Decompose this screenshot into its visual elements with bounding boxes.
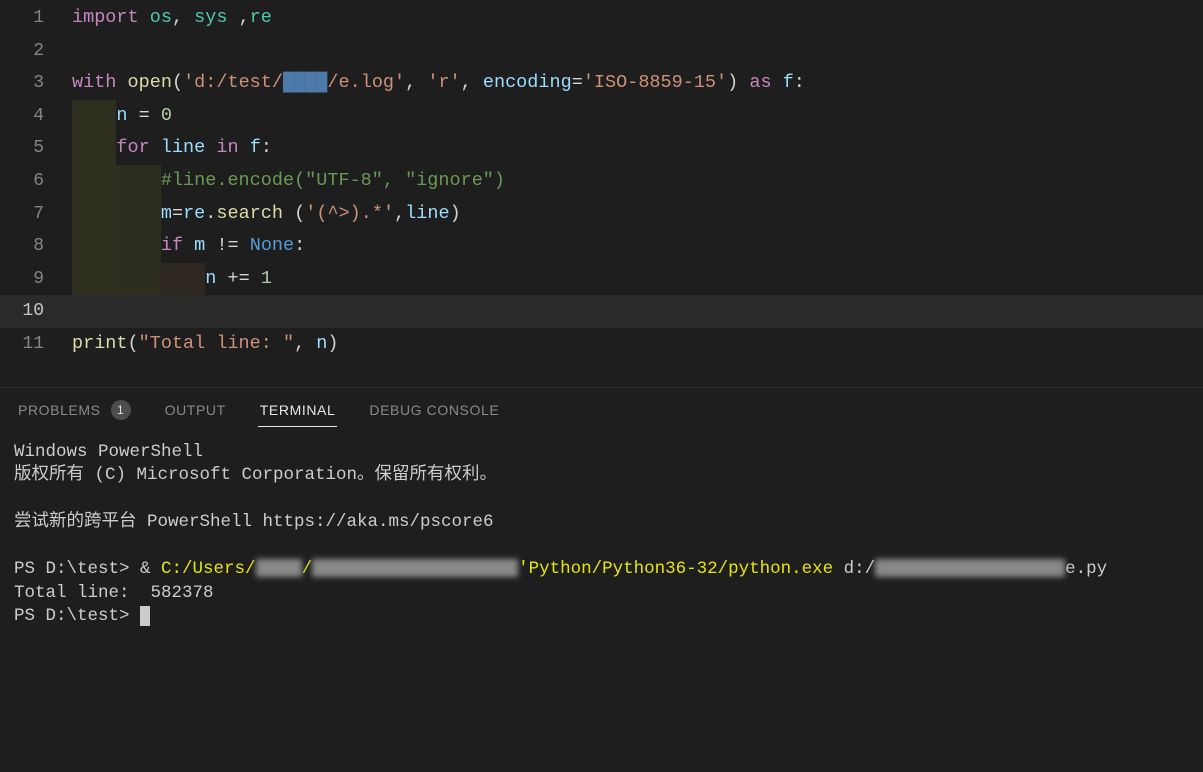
tab-terminal[interactable]: TERMINAL bbox=[258, 394, 338, 427]
code-content[interactable]: n += 1 bbox=[72, 263, 1203, 296]
bottom-panel: PROBLEMS 1 OUTPUT TERMINAL DEBUG CONSOLE… bbox=[0, 387, 1203, 772]
code-line[interactable]: 1 import os, sys ,re bbox=[0, 2, 1203, 35]
terminal-amp: & bbox=[140, 559, 161, 579]
terminal-line: 版权所有 (C) Microsoft Corporation。保留所有权利。 bbox=[14, 465, 497, 485]
terminal-cursor bbox=[140, 606, 150, 626]
code-content[interactable]: n = 0 bbox=[72, 100, 1203, 133]
code-content[interactable]: #line.encode("UTF-8", "ignore") bbox=[72, 165, 1203, 198]
line-number: 9 bbox=[0, 263, 72, 296]
code-line[interactable]: 9 n += 1 bbox=[0, 263, 1203, 296]
censored-text bbox=[312, 559, 518, 577]
terminal-output: Total line: 582378 bbox=[14, 583, 214, 603]
code-line[interactable]: 7 m=re.search ('(^>).*',line) bbox=[0, 198, 1203, 231]
terminal-content[interactable]: Windows PowerShell 版权所有 (C) Microsoft Co… bbox=[0, 429, 1203, 641]
terminal-line: Windows PowerShell bbox=[14, 442, 203, 462]
censored-text bbox=[875, 559, 1065, 577]
tab-label: PROBLEMS bbox=[18, 402, 101, 418]
code-content[interactable]: for line in f: bbox=[72, 132, 1203, 165]
line-number: 10 bbox=[0, 295, 72, 328]
tab-problems[interactable]: PROBLEMS 1 bbox=[16, 392, 133, 429]
line-number: 5 bbox=[0, 132, 72, 165]
code-content[interactable]: print("Total line: ", n) bbox=[72, 328, 1203, 361]
line-number: 3 bbox=[0, 67, 72, 100]
code-content[interactable]: if m != None: bbox=[72, 230, 1203, 263]
terminal-line: 尝试新的跨平台 PowerShell https://aka.ms/pscore… bbox=[14, 512, 494, 532]
line-number: 1 bbox=[0, 2, 72, 35]
tab-label: DEBUG CONSOLE bbox=[369, 402, 499, 418]
terminal-cmd-arg: d:/ bbox=[833, 559, 875, 579]
code-line[interactable]: 2 bbox=[0, 35, 1203, 68]
code-content[interactable] bbox=[72, 35, 1203, 68]
line-number: 11 bbox=[0, 328, 72, 361]
tab-debug-console[interactable]: DEBUG CONSOLE bbox=[367, 394, 501, 427]
code-line[interactable]: 3 with open('d:/test/████/e.log', 'r', e… bbox=[0, 67, 1203, 100]
tab-output[interactable]: OUTPUT bbox=[163, 394, 228, 427]
terminal-prompt: PS D:\test> bbox=[14, 559, 140, 579]
code-line[interactable]: 5 for line in f: bbox=[0, 132, 1203, 165]
code-line[interactable]: 8 if m != None: bbox=[0, 230, 1203, 263]
line-number: 6 bbox=[0, 165, 72, 198]
line-number: 8 bbox=[0, 230, 72, 263]
code-line[interactable]: 4 n = 0 bbox=[0, 100, 1203, 133]
terminal-cmd-arg: e.py bbox=[1065, 559, 1107, 579]
censored-text bbox=[256, 559, 302, 577]
panel-tabs: PROBLEMS 1 OUTPUT TERMINAL DEBUG CONSOLE bbox=[0, 388, 1203, 429]
code-content[interactable]: import os, sys ,re bbox=[72, 2, 1203, 35]
code-line-current[interactable]: 10 bbox=[0, 295, 1203, 328]
code-editor[interactable]: 1 import os, sys ,re 2 3 with open('d:/t… bbox=[0, 0, 1203, 361]
code-content[interactable]: m=re.search ('(^>).*',line) bbox=[72, 198, 1203, 231]
line-number: 2 bbox=[0, 35, 72, 68]
tab-label: OUTPUT bbox=[165, 402, 226, 418]
code-content[interactable]: with open('d:/test/████/e.log', 'r', enc… bbox=[72, 67, 1203, 100]
terminal-prompt: PS D:\test> bbox=[14, 606, 140, 626]
tab-label: TERMINAL bbox=[260, 402, 336, 418]
line-number: 7 bbox=[0, 198, 72, 231]
code-line[interactable]: 6 #line.encode("UTF-8", "ignore") bbox=[0, 165, 1203, 198]
problems-badge: 1 bbox=[111, 400, 131, 420]
terminal-cmd: C:/Users//'Python/Python36-32/python.exe bbox=[161, 559, 833, 579]
code-line[interactable]: 11 print("Total line: ", n) bbox=[0, 328, 1203, 361]
line-number: 4 bbox=[0, 100, 72, 133]
code-content[interactable] bbox=[72, 295, 1203, 328]
